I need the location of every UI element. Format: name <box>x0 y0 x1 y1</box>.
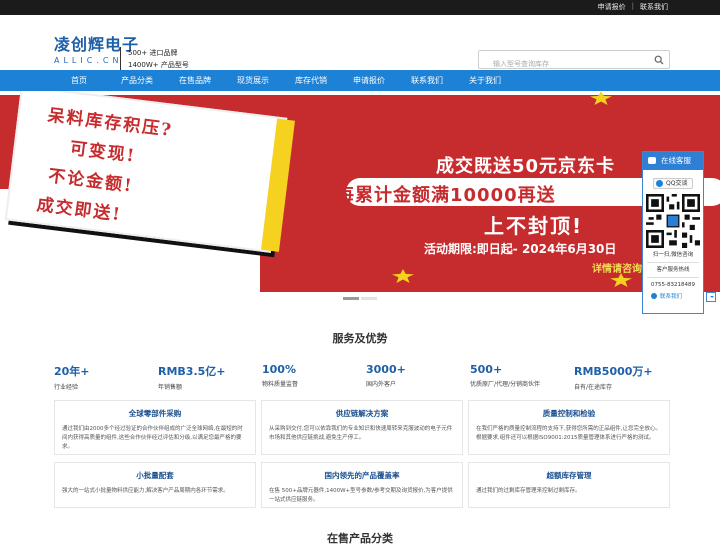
main-nav: 首页 产品分类 在售品牌 现货展示 库存代销 申请报价 联系我们 关于我们 <box>0 70 720 91</box>
nav-item-contact[interactable]: 联系我们 <box>398 70 456 91</box>
stat-label: 行业经验 <box>54 384 79 391</box>
card-desc: 通过我们由2000多个经过验证的合作伙伴组成的广泛全球网络,在最短的时间内获得高… <box>62 426 243 450</box>
stat-item: 20年+ 行业经验 <box>54 363 158 391</box>
service-card-small-batch[interactable]: 小批量配套强大的一站式小批量物料供应能力,解决客户产品周期内各环节需求。 <box>54 462 256 508</box>
nav-item-categories[interactable]: 产品分类 <box>108 70 166 91</box>
header-tagline: 500+ 进口品牌 1400W+ 产品型号 <box>128 47 189 71</box>
cs-contact-label: 联系我们 <box>660 294 683 300</box>
collapse-panel-icon[interactable] <box>706 292 716 302</box>
poster-text: 呆料库存积压? 可变现! 不论金额! 成交即送! <box>35 101 175 235</box>
promo-period: 活动期限:即日起- 2024年6月30日 <box>424 242 617 256</box>
contact-icon <box>651 293 657 299</box>
carousel-dot[interactable] <box>361 297 377 300</box>
stat-value: 100% <box>262 363 296 376</box>
cs-divider <box>647 262 699 263</box>
promo-details: 详情请咨询 <box>592 264 642 275</box>
stat-label: 物料质量监督 <box>262 381 299 388</box>
search-box <box>478 50 670 73</box>
nav-item-home[interactable]: 首页 <box>50 70 108 91</box>
promo-banner[interactable]: 呆料库存积压? 可变现! 不论金额! 成交即送! 成交既送50元京东卡 每累计金… <box>0 91 720 303</box>
nav-item-about[interactable]: 关于我们 <box>456 70 514 91</box>
carousel-dot-active[interactable] <box>343 297 359 300</box>
nav-item-brands[interactable]: 在售品牌 <box>166 70 224 91</box>
cs-header: 在线客服 <box>643 152 703 170</box>
stat-label: 国内外客户 <box>366 381 397 388</box>
cs-divider <box>647 277 699 278</box>
hotline-label: 客户服务热线 <box>656 267 690 273</box>
stat-value: 20年+ <box>54 365 90 378</box>
promo-no-cap: 上不封顶! <box>484 214 584 238</box>
card-desc: 通过我们的过剩库存管理来控制过剩库存。 <box>476 488 581 494</box>
stat-value: RMB3.5亿+ <box>158 365 226 378</box>
site-header: 凌创辉电子 ALLIC.CN 500+ 进口品牌 1400W+ 产品型号 <box>0 15 720 73</box>
chat-bubble-icon <box>648 157 656 164</box>
stat-label: 优质原厂/代理/分销商伙伴 <box>470 381 541 388</box>
stat-label: 年销售额 <box>158 384 183 391</box>
card-desc: 在售 500+品牌元器件,1400W+型号参数/参考交期及询货报价,为客户提供一… <box>269 488 453 503</box>
customer-service-panel: 在线客服 QQ交谈 扫一扫,微信咨询 客户服务热线 0755-83218489 … <box>642 151 704 314</box>
service-card-global-sourcing[interactable]: 全球零部件采购通过我们由2000多个经过验证的合作伙伴组成的广泛全球网络,在最短… <box>54 400 256 455</box>
top-contact-link[interactable]: 联系我们 <box>640 2 668 12</box>
wechat-qr-code <box>646 194 700 248</box>
card-title: 小批量配套 <box>136 471 174 480</box>
top-quote-link[interactable]: 申请报价 <box>598 2 626 12</box>
cs-title: 在线客服 <box>661 156 691 165</box>
top-links: 申请报价 | 联系我们 <box>598 2 668 12</box>
stat-value: RMB5000万+ <box>574 365 653 378</box>
service-card-supply-chain[interactable]: 供应链解决方案从采购到交付,您可以依靠我们的专业知识和快速周转来克服波动的电子元… <box>261 400 463 455</box>
service-cards: 全球零部件采购通过我们由2000多个经过验证的合作伙伴组成的广泛全球网络,在最短… <box>54 400 670 508</box>
carousel-dots <box>343 297 377 300</box>
stat-item: 500+ 优质原厂/代理/分销商伙伴 <box>470 363 574 391</box>
promo-gift-card: 成交既送50元京东卡 <box>436 156 616 177</box>
cs-contact-link[interactable]: 联系我们 <box>643 292 703 300</box>
card-title: 供应链解决方案 <box>335 409 389 418</box>
nav-item-stock[interactable]: 现货展示 <box>224 70 282 91</box>
top-bar: 申请报价 | 联系我们 <box>0 0 720 15</box>
stat-item: 100% 物料质量监督 <box>262 363 366 391</box>
service-card-quality[interactable]: 质量控制和检验在我们严格的质量控制流程的支持下,获得您所需的正品组件,让您完全放… <box>468 400 670 455</box>
qq-icon <box>656 180 663 187</box>
nav-item-consignment[interactable]: 库存代销 <box>282 70 340 91</box>
hotline-number: 0755-83218489 <box>651 282 695 288</box>
card-desc: 强大的一站式小批量物料供应能力,解决客户产品周期内各环节需求。 <box>62 488 229 494</box>
card-title: 国内领先的产品覆盖率 <box>324 471 400 480</box>
stat-value: 500+ <box>470 363 503 376</box>
logo-cn-text: 凌创辉电子 <box>54 35 140 54</box>
stat-value: 3000+ <box>366 363 406 376</box>
qq-chat-button[interactable]: QQ交谈 <box>653 178 693 189</box>
stats-row: 20年+ 行业经验 RMB3.5亿+ 年销售额 100% 物料质量监督 3000+ 国内… <box>54 363 678 391</box>
stat-item: RMB5000万+ 自有/在途库存 <box>574 363 678 391</box>
services-title: 服务及优势 <box>332 332 388 345</box>
stat-item: RMB3.5亿+ 年销售额 <box>158 363 262 391</box>
products-title: 在售产品分类 <box>327 532 393 545</box>
card-desc: 从采购到交付,您可以依靠我们的专业知识和快速周转来克服波动的电子元件市场和其他供… <box>269 426 453 441</box>
stat-label: 自有/在途库存 <box>574 384 613 391</box>
top-link-separator: | <box>631 2 634 10</box>
qr-caption: 扫一扫,微信咨询 <box>652 252 694 258</box>
card-title: 超额库存管理 <box>546 471 592 480</box>
card-title: 质量控制和检验 <box>542 409 596 418</box>
tagline-brands: 500+ 进口品牌 <box>128 49 178 57</box>
search-icon[interactable] <box>654 55 664 65</box>
promo-threshold: 每累计金额满10000再送 <box>336 185 556 206</box>
nav-item-quote[interactable]: 申请报价 <box>340 70 398 91</box>
qq-label: QQ交谈 <box>666 180 688 187</box>
site-logo[interactable]: 凌创辉电子 ALLIC.CN <box>54 31 139 65</box>
service-card-excess-inventory[interactable]: 超额库存管理通过我们的过剩库存管理来控制过剩库存。 <box>468 462 670 508</box>
card-desc: 在我们严格的质量控制流程的支持下,获得您所需的正品组件,让您完全放心。根据要求,… <box>476 426 661 441</box>
service-card-coverage[interactable]: 国内领先的产品覆盖率在售 500+品牌元器件,1400W+型号参数/参考交期及询… <box>261 462 463 508</box>
stat-item: 3000+ 国内外客户 <box>366 363 470 391</box>
logo-en-text: ALLIC.CN <box>54 56 123 65</box>
card-title: 全球零部件采购 <box>128 409 182 418</box>
logo-divider <box>120 47 121 71</box>
